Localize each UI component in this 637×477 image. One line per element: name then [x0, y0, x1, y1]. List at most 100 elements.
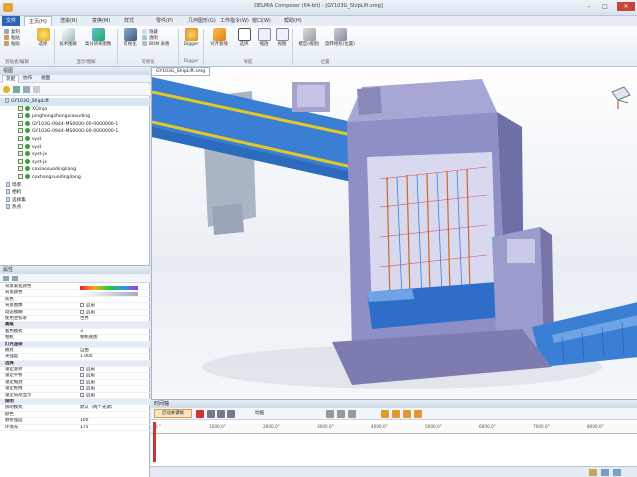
tree-root-item[interactable]: 相机 — [0, 189, 150, 197]
tree-item-label: GY103G-0944-MS0000-00-0000000-1 — [32, 129, 119, 135]
property-value-text: 启用 — [86, 373, 95, 379]
visibility-checkbox[interactable] — [18, 120, 23, 126]
keyframe-icon[interactable] — [403, 410, 411, 418]
menu-tab[interactable]: 样式 — [120, 16, 138, 26]
visibility-checkbox[interactable] — [18, 128, 23, 134]
document-tab[interactable]: GY103G_ShipLift.smg — [151, 67, 211, 76]
timeline-ruler[interactable]: 0 " 1000.0" 2000.0" 3000.0" 4000.0" 5000.0" 60… — [151, 424, 637, 434]
model-view-button[interactable]: 模型(视图) — [295, 28, 323, 47]
tree-item[interactable]: syst-jx — [0, 158, 150, 167]
menu-tab[interactable]: 文件 — [2, 16, 21, 26]
tree-root-item[interactable]: 选择集 — [0, 196, 150, 205]
window-title: DELMIA Composer (64-bit) - [GY103G_ShipL… — [254, 3, 383, 9]
visibility-checkbox[interactable] — [18, 166, 23, 172]
close-icon[interactable]: ✕ — [617, 2, 635, 11]
zoom-button[interactable]: 缩放 — [256, 28, 272, 47]
category-icon[interactable] — [12, 276, 18, 281]
record-icon[interactable] — [196, 410, 204, 418]
keyframe-icon[interactable] — [392, 410, 400, 418]
paste-special-button[interactable]: 粘贴 — [4, 41, 34, 47]
bg-color-swatch[interactable] — [80, 292, 138, 296]
property-checkbox[interactable] — [80, 392, 84, 397]
tab-views[interactable]: 视图 — [38, 75, 53, 83]
property-checkbox[interactable] — [80, 303, 84, 308]
hires-image-button[interactable]: 高分辨率图像 — [81, 28, 115, 47]
maximize-icon[interactable]: □ — [599, 2, 611, 11]
bom-button[interactable]: BOM 表格 — [142, 41, 176, 47]
property-checkbox[interactable] — [80, 309, 84, 314]
tree-root-item[interactable]: 场景 — [0, 181, 150, 190]
tree-item[interactable]: pinghengzhongxiaouding — [0, 113, 150, 121]
visibility-checkbox[interactable] — [18, 158, 23, 164]
tree-root-item[interactable]: GY103G_ShipLift — [0, 98, 150, 106]
ruler-tick: 5000.0" — [425, 424, 442, 429]
tree-item-label: 热点 — [12, 205, 22, 211]
animation-mode[interactable]: 动画 — [255, 410, 264, 416]
tree-root-item[interactable]: 热点 — [0, 204, 150, 212]
status-icon[interactable] — [589, 469, 597, 476]
bg-gradient-swatch[interactable] — [80, 286, 138, 290]
visibility-checkbox[interactable] — [18, 143, 23, 149]
menu-tab[interactable]: 变换(M) — [88, 16, 114, 26]
visibility-checkbox[interactable] — [18, 105, 23, 111]
property-value[interactable]: 175 — [80, 425, 148, 431]
nav-select-button[interactable]: 选择 — [234, 28, 254, 47]
property-checkbox[interactable] — [80, 373, 84, 378]
tab-assembly[interactable]: 装配 — [2, 75, 20, 83]
tree-item[interactable]: GY103G-0944-MS0000-00-0000000-1 — [0, 120, 150, 129]
visibility-checkbox[interactable] — [18, 135, 23, 141]
property-value-text: 启用 — [86, 303, 95, 309]
select-button[interactable]: 选择 — [34, 28, 52, 47]
settings-icon[interactable] — [33, 86, 40, 93]
view-button[interactable]: 视图 — [274, 28, 290, 47]
record-keyframe-button[interactable]: 启动关键帧 — [154, 409, 192, 418]
status-icon[interactable] — [601, 469, 609, 476]
tree-item[interactable]: syst — [0, 135, 150, 144]
playhead[interactable] — [153, 422, 156, 462]
tree-item[interactable]: syst-jx — [0, 151, 150, 159]
first-frame-icon[interactable] — [326, 410, 334, 418]
digger-button[interactable]: Digger — [181, 28, 201, 47]
3d-viewport[interactable] — [151, 67, 637, 399]
property-row[interactable]: 环境光 175 — [0, 425, 150, 431]
menu-tab[interactable]: 帮助(H) — [280, 16, 306, 26]
minimize-icon[interactable]: – — [583, 2, 595, 11]
visualize-button[interactable]: 可视化 — [120, 28, 140, 47]
tech-illustration-button[interactable]: 技术图解 — [57, 28, 79, 47]
align-button[interactable]: 对齐管线 — [206, 28, 232, 47]
next-frame-icon[interactable] — [348, 410, 356, 418]
menu-tab[interactable]: 渲染(R) — [56, 16, 81, 26]
status-icon[interactable] — [613, 469, 621, 476]
menu-tab[interactable]: 几何图形(G) — [184, 16, 220, 26]
forward-icon[interactable] — [227, 410, 235, 418]
tree-item[interactable]: XQinja — [0, 105, 150, 114]
menu-tab[interactable]: 主页(H) — [24, 16, 52, 26]
keyframe-icon[interactable] — [381, 410, 389, 418]
visibility-checkbox[interactable] — [18, 173, 23, 179]
tab-collab[interactable]: 协作 — [20, 75, 35, 83]
property-checkbox[interactable] — [80, 367, 84, 372]
expand-icon[interactable] — [13, 86, 20, 93]
property-checkbox[interactable] — [80, 386, 84, 391]
rotate-camera-button[interactable]: 旋转相机(位置) — [325, 28, 355, 47]
tree-item[interactable]: coxiaosuodingliang — [0, 166, 150, 174]
tree-item[interactable]: coxhangsuodingliang — [0, 173, 150, 182]
visibility-checkbox[interactable] — [18, 113, 23, 119]
sort-icon[interactable] — [3, 276, 9, 281]
prev-frame-icon[interactable] — [337, 410, 345, 418]
keyframe-icon[interactable] — [414, 410, 422, 418]
filter-icon[interactable] — [3, 86, 10, 93]
panel-title: 视图 — [0, 67, 150, 75]
ribbon: 复制 粘贴 粘贴 选择 技术图解 高分辨率图像 可视化 隐藏 透明 BOM 表格… — [0, 26, 637, 67]
group-label: 显示/图解 — [76, 60, 96, 65]
rewind-icon[interactable] — [207, 410, 215, 418]
navigation-cube[interactable] — [611, 86, 631, 109]
property-checkbox[interactable] — [80, 379, 84, 384]
play-icon[interactable] — [217, 410, 225, 418]
collapse-icon[interactable] — [23, 86, 30, 93]
tree-item[interactable]: syst — [0, 143, 150, 152]
menu-tab[interactable]: 零件(P) — [152, 16, 177, 26]
menu-tab[interactable]: 窗口(W) — [248, 16, 275, 26]
tree-item[interactable]: GY103G-0944-MS0000-00-0000000-1 — [0, 128, 150, 136]
visibility-checkbox[interactable] — [18, 151, 23, 157]
